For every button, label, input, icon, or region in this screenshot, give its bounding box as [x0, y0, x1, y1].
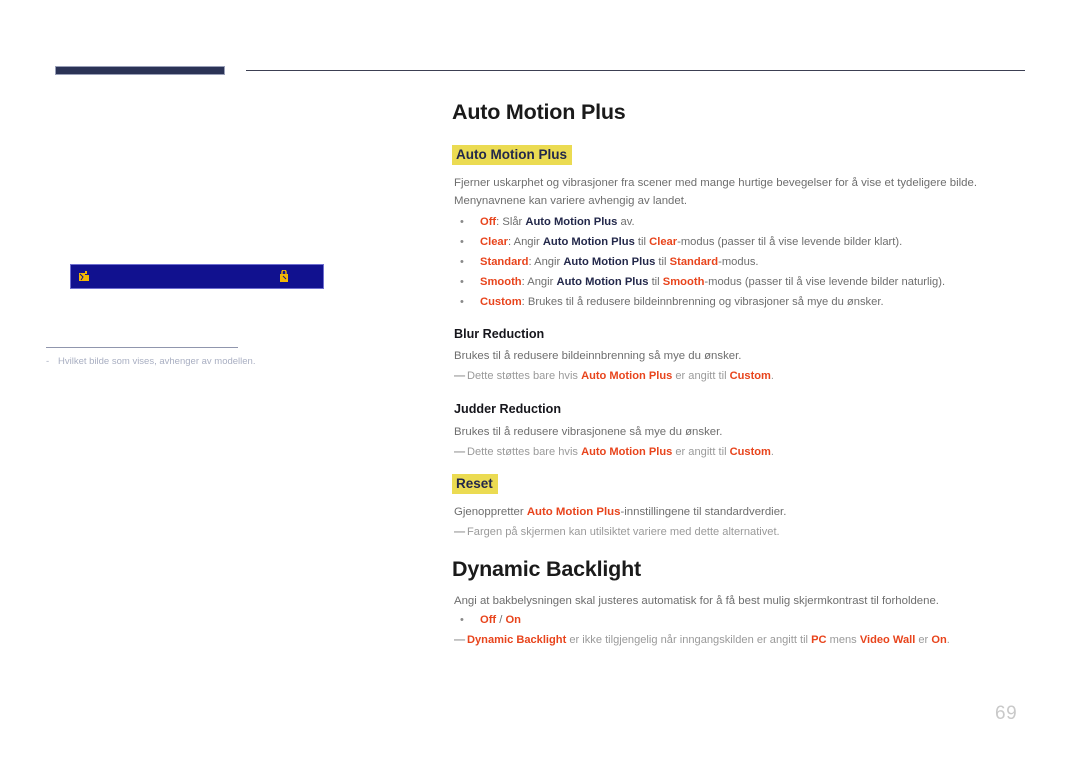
bullet-mode: Standard [669, 256, 719, 268]
broken-image-icon [278, 270, 291, 284]
note-term: PC [811, 634, 827, 646]
note-dash-icon: — [454, 446, 466, 458]
bullet-term: Auto Motion Plus [563, 256, 656, 268]
reset-term: Auto Motion Plus [526, 506, 621, 518]
note-term: On [931, 634, 947, 646]
note-text: er [915, 634, 932, 646]
bullet-text: Angir [527, 276, 557, 288]
bullet-term: Auto Motion Plus [525, 216, 618, 228]
subheading-judder-reduction: Judder Reduction [454, 402, 562, 416]
note-term: Auto Motion Plus [581, 446, 673, 458]
footnote-text: Hvilket bilde som vises, avhenger av mod… [58, 356, 256, 367]
left-illustration-column: - Hvilket bilde som vises, avhenger av mo… [0, 0, 430, 763]
bullet-keyword: Custom [480, 296, 522, 308]
list-item: • Off / On [460, 612, 521, 628]
section-title-auto-motion-plus: Auto Motion Plus [452, 100, 626, 124]
bullet-marker: • [460, 296, 464, 308]
footnote-separator [46, 347, 238, 348]
paragraph-intro-1: Fjerner uskarphet og vibrasjoner fra sce… [454, 177, 977, 189]
broken-image-placeholder [70, 264, 324, 289]
bullet-keyword: Clear [480, 236, 508, 248]
note-text: er angitt til [672, 446, 730, 458]
bullet-mode: Smooth [662, 276, 705, 288]
paragraph-dynamic-backlight: Angi at bakbelysningen skal justeres aut… [454, 595, 939, 607]
note-dynamic-backlight: — Dynamic Backlight er ikke tilgjengelig … [454, 632, 950, 648]
note-text: mens [826, 634, 860, 646]
bullet-text: til [648, 276, 663, 288]
footnote: - Hvilket bilde som vises, avhenger av mo… [46, 355, 376, 368]
paragraph-judder-reduction: Brukes til å redusere vibrasjonene så my… [454, 426, 723, 438]
highlighted-heading-auto-motion-plus: Auto Motion Plus [452, 145, 572, 165]
section-title-dynamic-backlight: Dynamic Backlight [452, 557, 641, 581]
bullet-marker: • [460, 216, 464, 228]
broken-image-icon [78, 270, 91, 284]
bullet-option-on: On [505, 614, 522, 626]
bullet-keyword: Off [480, 216, 497, 228]
list-item: • Clear: Angir Auto Motion Plus til Clear… [460, 234, 902, 250]
bullet-text: til [655, 256, 670, 268]
list-item: • Standard: Angir Auto Motion Plus til St… [460, 254, 759, 270]
note-term: Custom [729, 446, 771, 458]
highlighted-heading-reset: Reset [452, 474, 498, 494]
bullet-marker: • [460, 256, 464, 268]
note-text: Dette støttes bare hvis [467, 370, 582, 382]
note-text: . [946, 634, 950, 646]
bullet-mode: Clear [649, 236, 678, 248]
subheading-blur-reduction: Blur Reduction [454, 327, 545, 341]
bullet-option-off: Off [480, 614, 497, 626]
note-blur-reduction: — Dette støttes bare hvis Auto Motion Plu… [454, 368, 774, 384]
note-dash-icon: — [454, 370, 466, 382]
list-item: • Custom: Brukes til å redusere bildeinnb… [460, 294, 884, 310]
note-term: Video Wall [859, 634, 916, 646]
bullet-text: -modus (passer til å vise levende bilder… [704, 276, 946, 288]
bullet-term: Auto Motion Plus [556, 276, 649, 288]
bullet-text: -modus. [718, 256, 759, 268]
note-term: Custom [729, 370, 771, 382]
note-text: er angitt til [672, 370, 730, 382]
note-text: er ikke tilgjengelig når inngangskilden … [566, 634, 812, 646]
note-text: . [770, 370, 775, 382]
note-text: Fargen på skjermen kan utilsiktet varier… [467, 526, 780, 538]
reset-text: -innstillingene til standardverdier. [620, 506, 787, 518]
bullet-text: av. [617, 216, 635, 228]
footnote-marker: - [46, 356, 50, 367]
bullet-marker: • [460, 614, 464, 626]
bullet-text: til [634, 236, 650, 248]
note-reset: — Fargen på skjermen kan utilsiktet varie… [454, 524, 780, 540]
bullet-text: Angir [513, 236, 543, 248]
bullet-text: Slår [502, 216, 526, 228]
note-term: Auto Motion Plus [581, 370, 673, 382]
bullet-keyword: Smooth [480, 276, 522, 288]
note-dash-icon: — [454, 526, 466, 538]
note-judder-reduction: — Dette støttes bare hvis Auto Motion Plu… [454, 444, 774, 460]
page-number: 69 [995, 703, 1018, 724]
list-item: • Smooth: Angir Auto Motion Plus til Smoo… [460, 274, 945, 290]
paragraph-reset: Gjenoppretter Auto Motion Plus-innstilli… [454, 504, 786, 520]
paragraph-intro-2: Menynavnene kan variere avhengig av land… [454, 195, 688, 207]
note-text: . [770, 446, 775, 458]
reset-text: Gjenoppretter [454, 506, 527, 518]
note-text: Dette støttes bare hvis [467, 446, 582, 458]
bullet-marker: • [460, 276, 464, 288]
bullet-text: -modus (passer til å vise levende bilder… [677, 236, 903, 248]
note-dash-icon: — [454, 634, 466, 646]
list-item: • Off: Slår Auto Motion Plus av. [460, 214, 635, 230]
bullet-text: Brukes til å redusere bildeinnbrenning o… [527, 296, 884, 308]
note-term: Dynamic Backlight [467, 634, 567, 646]
paragraph-blur-reduction: Brukes til å redusere bildeinnbrenning s… [454, 350, 742, 362]
bullet-keyword: Standard [480, 256, 529, 268]
bullet-text: Angir [534, 256, 564, 268]
bullet-marker: • [460, 236, 464, 248]
bullet-term: Auto Motion Plus [542, 236, 635, 248]
